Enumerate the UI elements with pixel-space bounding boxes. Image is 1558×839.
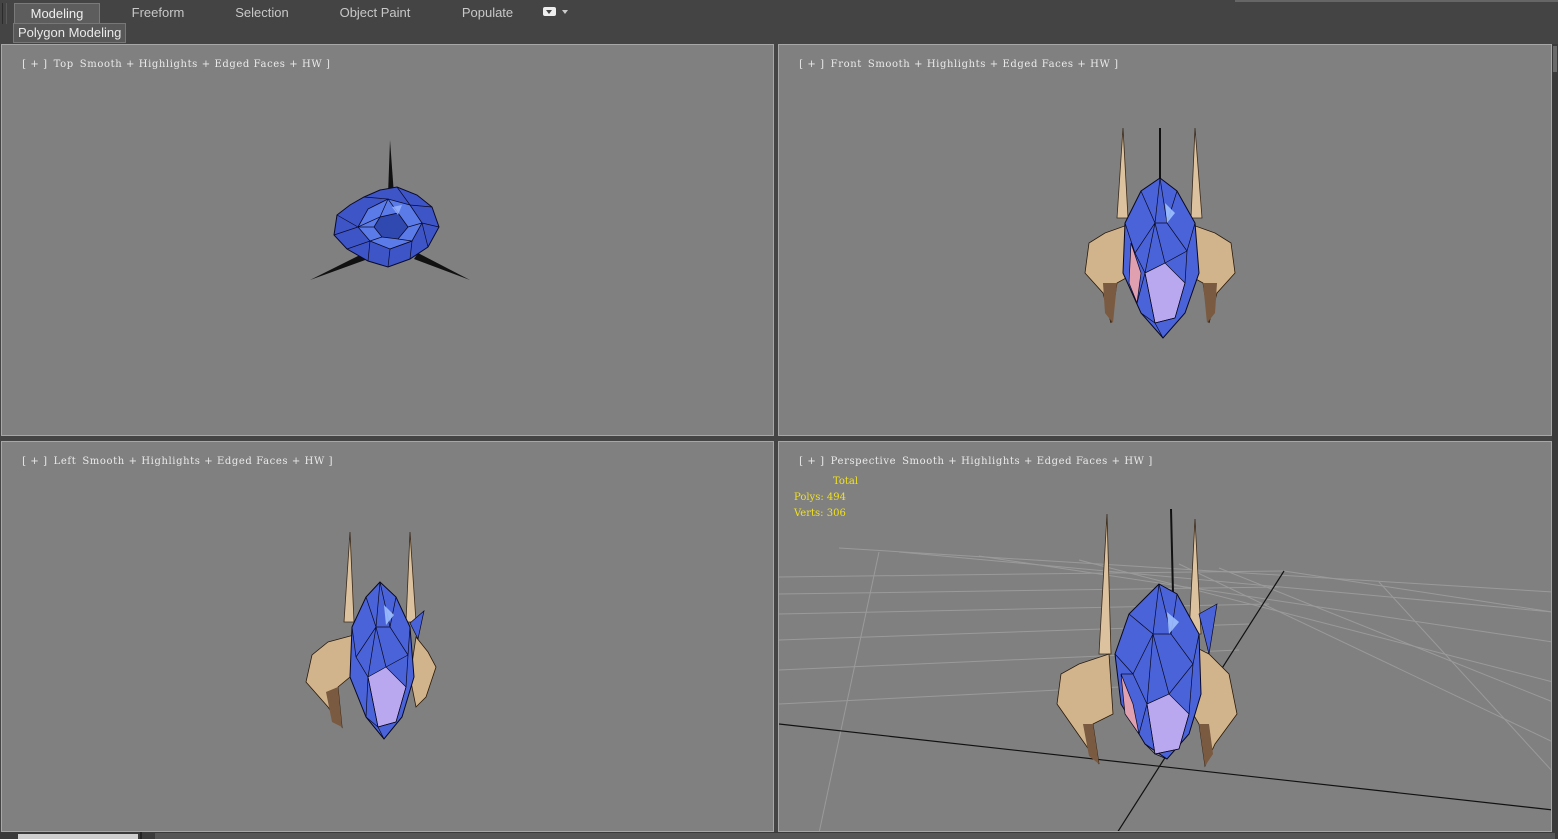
panel-polygon-modeling[interactable]: Polygon Modeling xyxy=(13,23,127,43)
time-slider-thumb[interactable] xyxy=(18,834,138,839)
viewport-label[interactable]: [ + ] Left Smooth + Highlights + Edged Fac… xyxy=(7,445,339,478)
viewport-shading-menu[interactable]: Smooth + Highlights + Edged Faces + HW ] xyxy=(80,59,331,70)
tab-populate[interactable]: Populate xyxy=(450,3,525,22)
viewport-view-menu[interactable]: Front xyxy=(831,59,862,70)
viewport-top[interactable]: [ + ] Top Smooth + Highlights + Edged Face… xyxy=(1,44,774,436)
viewport-shading-menu[interactable]: Smooth + Highlights + Edged Faces + HW ] xyxy=(868,59,1119,70)
scrollbar-thumb[interactable] xyxy=(1553,46,1557,72)
viewport-perspective[interactable]: [ + ] Perspective Smooth + Highlights + Ed… xyxy=(778,441,1552,832)
timeline-bar[interactable] xyxy=(0,832,1558,839)
tab-object-paint[interactable]: Object Paint xyxy=(330,3,420,22)
viewport-shading-menu[interactable]: Smooth + Highlights + Edged Faces + HW ] xyxy=(82,456,333,467)
dropdown-options-icon xyxy=(543,7,556,16)
ribbon-options-button[interactable] xyxy=(543,6,569,19)
tab-selection[interactable]: Selection xyxy=(222,3,302,22)
tab-freeform[interactable]: Freeform xyxy=(118,3,198,22)
model-perspective-view[interactable] xyxy=(1049,504,1249,774)
model-front-view[interactable] xyxy=(1075,123,1245,343)
viewport-left[interactable]: [ + ] Left Smooth + Highlights + Edged Fac… xyxy=(1,441,774,832)
viewport-view-menu[interactable]: Left xyxy=(54,456,77,467)
model-left-view[interactable] xyxy=(298,527,448,747)
viewport-label[interactable]: [ + ] Top Smooth + Highlights + Edged Face… xyxy=(7,48,337,81)
model-top-view[interactable] xyxy=(302,135,482,295)
viewport-plus-menu[interactable]: [ + ] xyxy=(22,456,48,467)
divider xyxy=(140,832,142,839)
ribbon-panel-bar xyxy=(0,24,1558,42)
title-edge xyxy=(1235,0,1558,2)
chevron-down-icon xyxy=(562,10,568,14)
right-scrollbar[interactable] xyxy=(1552,44,1558,839)
viewport-view-menu[interactable]: Top xyxy=(54,59,74,70)
viewport-label[interactable]: [ + ] Front Smooth + Highlights + Edged Fa… xyxy=(784,48,1125,81)
viewport-plus-menu[interactable]: [ + ] xyxy=(799,59,825,70)
viewport-front[interactable]: [ + ] Front Smooth + Highlights + Edged Fa… xyxy=(778,44,1552,436)
track-bar[interactable] xyxy=(155,833,1555,839)
tab-modeling[interactable]: Modeling xyxy=(14,3,100,23)
viewport-plus-menu[interactable]: [ + ] xyxy=(22,59,48,70)
